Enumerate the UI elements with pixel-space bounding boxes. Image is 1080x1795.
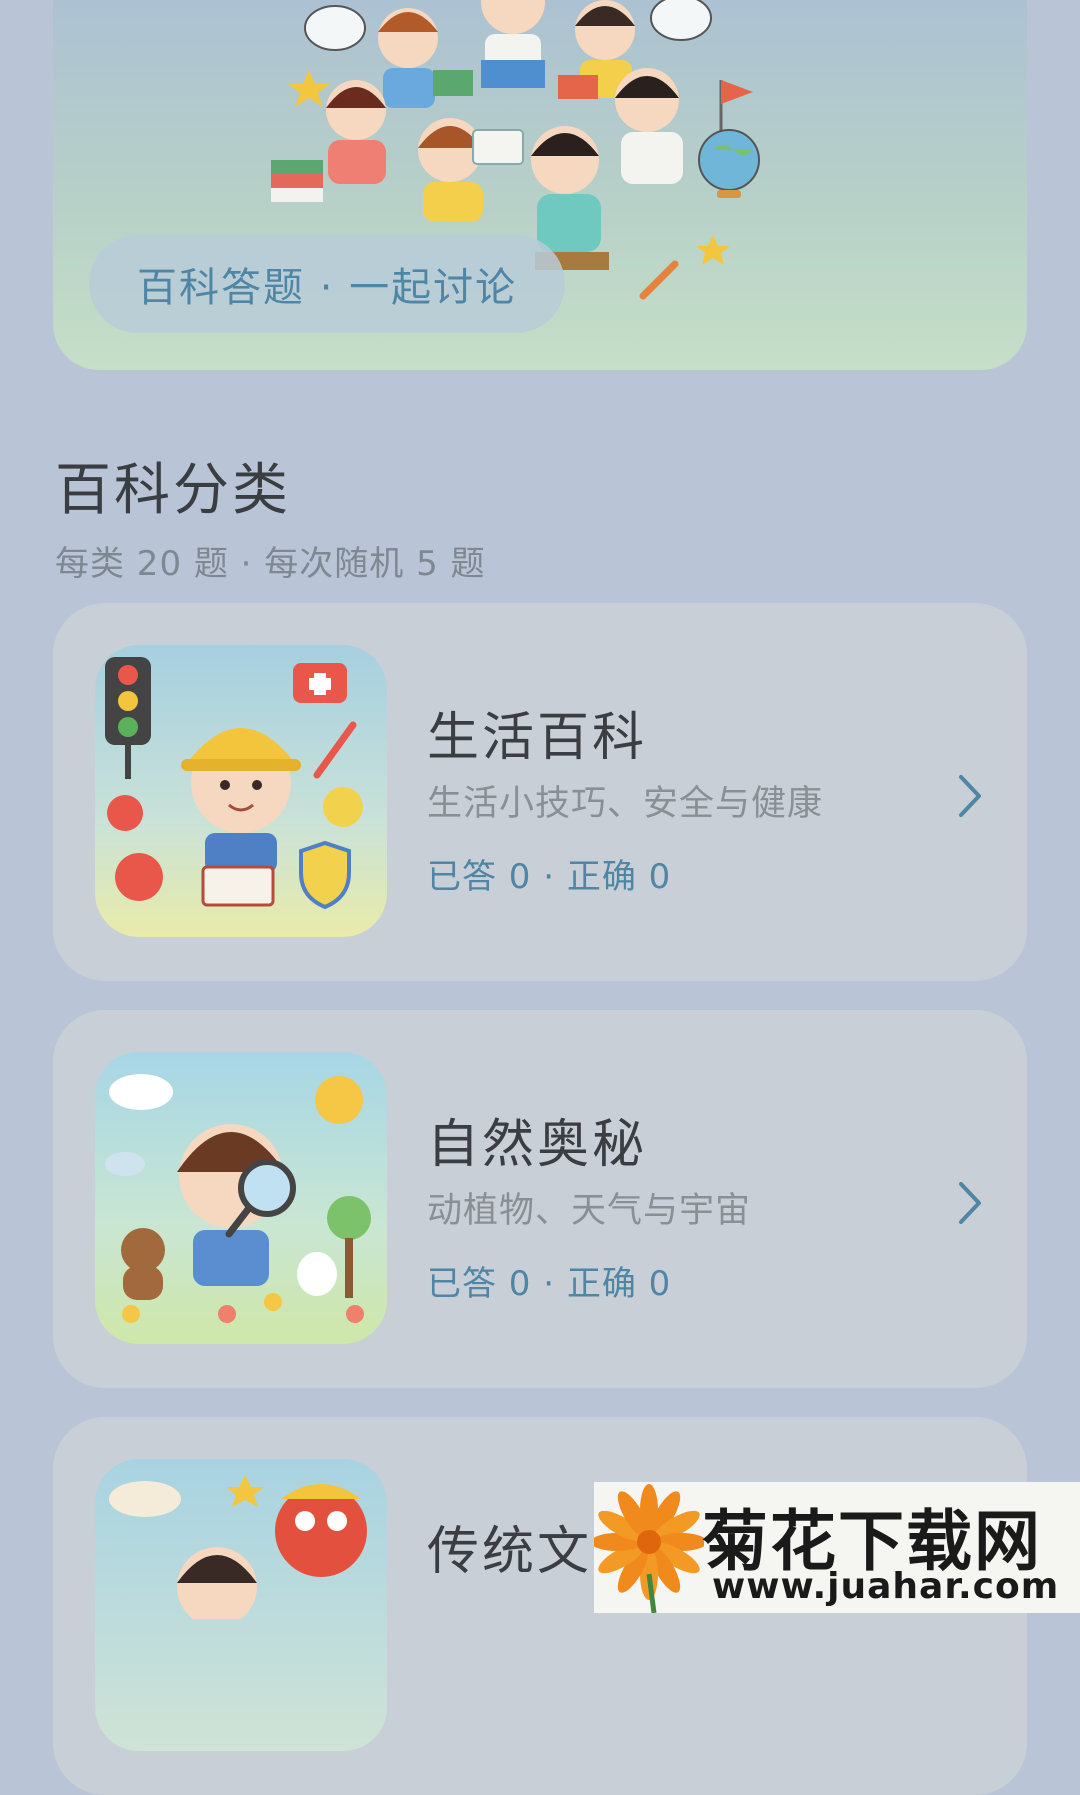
- category-description: 生活小技巧、安全与健康: [427, 784, 824, 824]
- category-image-nature: [95, 1052, 387, 1344]
- section-subtitle: 每类 20 题 · 每次随机 5 题: [55, 544, 486, 584]
- category-image-life: [95, 645, 387, 937]
- chevron-right-icon: [959, 1182, 981, 1224]
- category-description: 动植物、天气与宇宙: [427, 1191, 752, 1231]
- category-stats: 已答 0 · 正确 0: [427, 1264, 672, 1304]
- watermark-url: www.juahar.com: [712, 1566, 1060, 1607]
- category-card-nature[interactable]: 自然奥秘 动植物、天气与宇宙 已答 0 · 正确 0: [53, 1010, 1027, 1388]
- banner[interactable]: 百科答题 · 一起讨论: [53, 0, 1027, 370]
- chrysanthemum-logo-icon: [594, 1484, 704, 1613]
- banner-label: 百科答题 · 一起讨论: [89, 235, 566, 333]
- category-title: 生活百科: [427, 708, 648, 768]
- section-title: 百科分类: [55, 458, 291, 523]
- category-stats: 已答 0 · 正确 0: [427, 857, 672, 897]
- watermark: 菊花下载网 www.juahar.com: [594, 1482, 1080, 1613]
- category-title: 自然奥秘: [427, 1115, 648, 1175]
- category-image-culture: [95, 1459, 387, 1751]
- category-card-life[interactable]: 生活百科 生活小技巧、安全与健康 已答 0 · 正确 0: [53, 603, 1027, 981]
- chevron-right-icon: [959, 775, 981, 817]
